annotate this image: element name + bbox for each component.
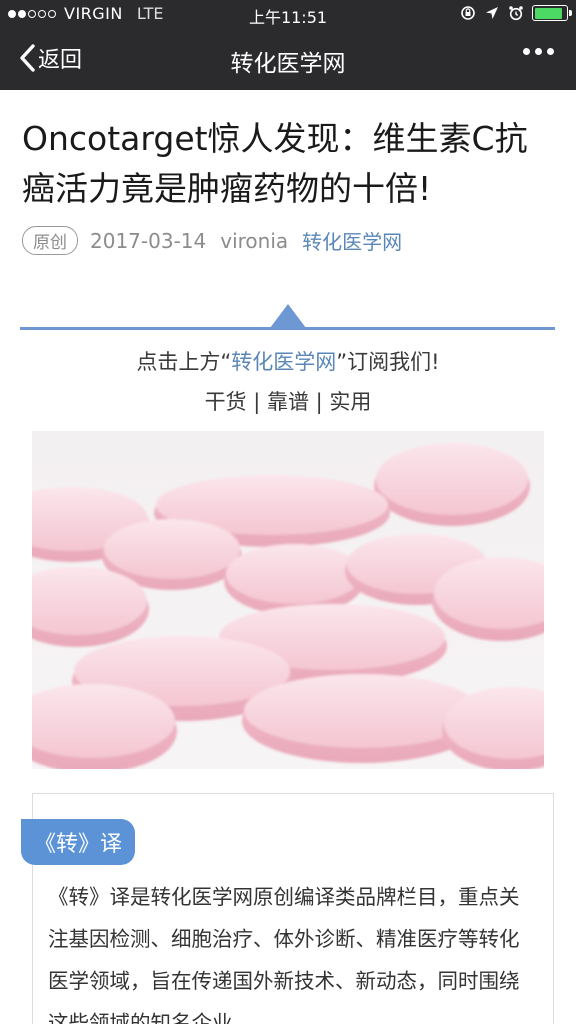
- article-meta: 原创 2017-03-14 vironia 转化医学网: [22, 226, 402, 255]
- status-bar: VIRGIN LTE 上午11:51: [0, 0, 576, 28]
- translation-description: 《转》译是转化医学网原创编译类品牌栏目，重点关注基因检测、细胞治疗、体外诊断、精…: [48, 885, 520, 1024]
- more-dot: [523, 48, 530, 55]
- alarm-clock-icon: [509, 6, 523, 21]
- pills-illustration: [32, 443, 544, 769]
- battery-level: [534, 7, 563, 19]
- rotation-lock-icon: [461, 6, 475, 20]
- translation-tag: 《转》译: [21, 819, 135, 865]
- subscribe-prompt: 点击上方“转化医学网”订阅我们!: [0, 346, 576, 376]
- divider-triangle: [270, 304, 306, 328]
- subscribe-prefix: 点击上方“: [136, 350, 232, 374]
- original-badge: 原创: [22, 226, 78, 255]
- more-dot: [547, 48, 554, 55]
- navigation-bar: 返回 转化医学网: [0, 28, 576, 90]
- pink-pills-image: [32, 431, 544, 769]
- location-arrow-icon: [486, 7, 498, 19]
- divider-line: [20, 327, 555, 330]
- status-right: [460, 5, 572, 21]
- subscribe-suffix: ”订阅我们!: [336, 350, 440, 374]
- publish-date: 2017-03-14: [90, 228, 207, 253]
- author-name: vironia: [220, 228, 289, 253]
- tagline: 干货 | 靠谱 | 实用: [204, 390, 372, 414]
- more-options-icon[interactable]: [523, 48, 554, 55]
- subscribe-account-link[interactable]: 转化医学网: [231, 350, 336, 374]
- article-title: Oncotarget惊人发现：维生素C抗癌活力竟是肿瘤药物的十倍!: [22, 119, 528, 208]
- nav-title: 转化医学网: [230, 51, 346, 77]
- account-link[interactable]: 转化医学网: [302, 226, 402, 255]
- more-dot: [535, 48, 542, 55]
- battery-icon: [532, 5, 572, 21]
